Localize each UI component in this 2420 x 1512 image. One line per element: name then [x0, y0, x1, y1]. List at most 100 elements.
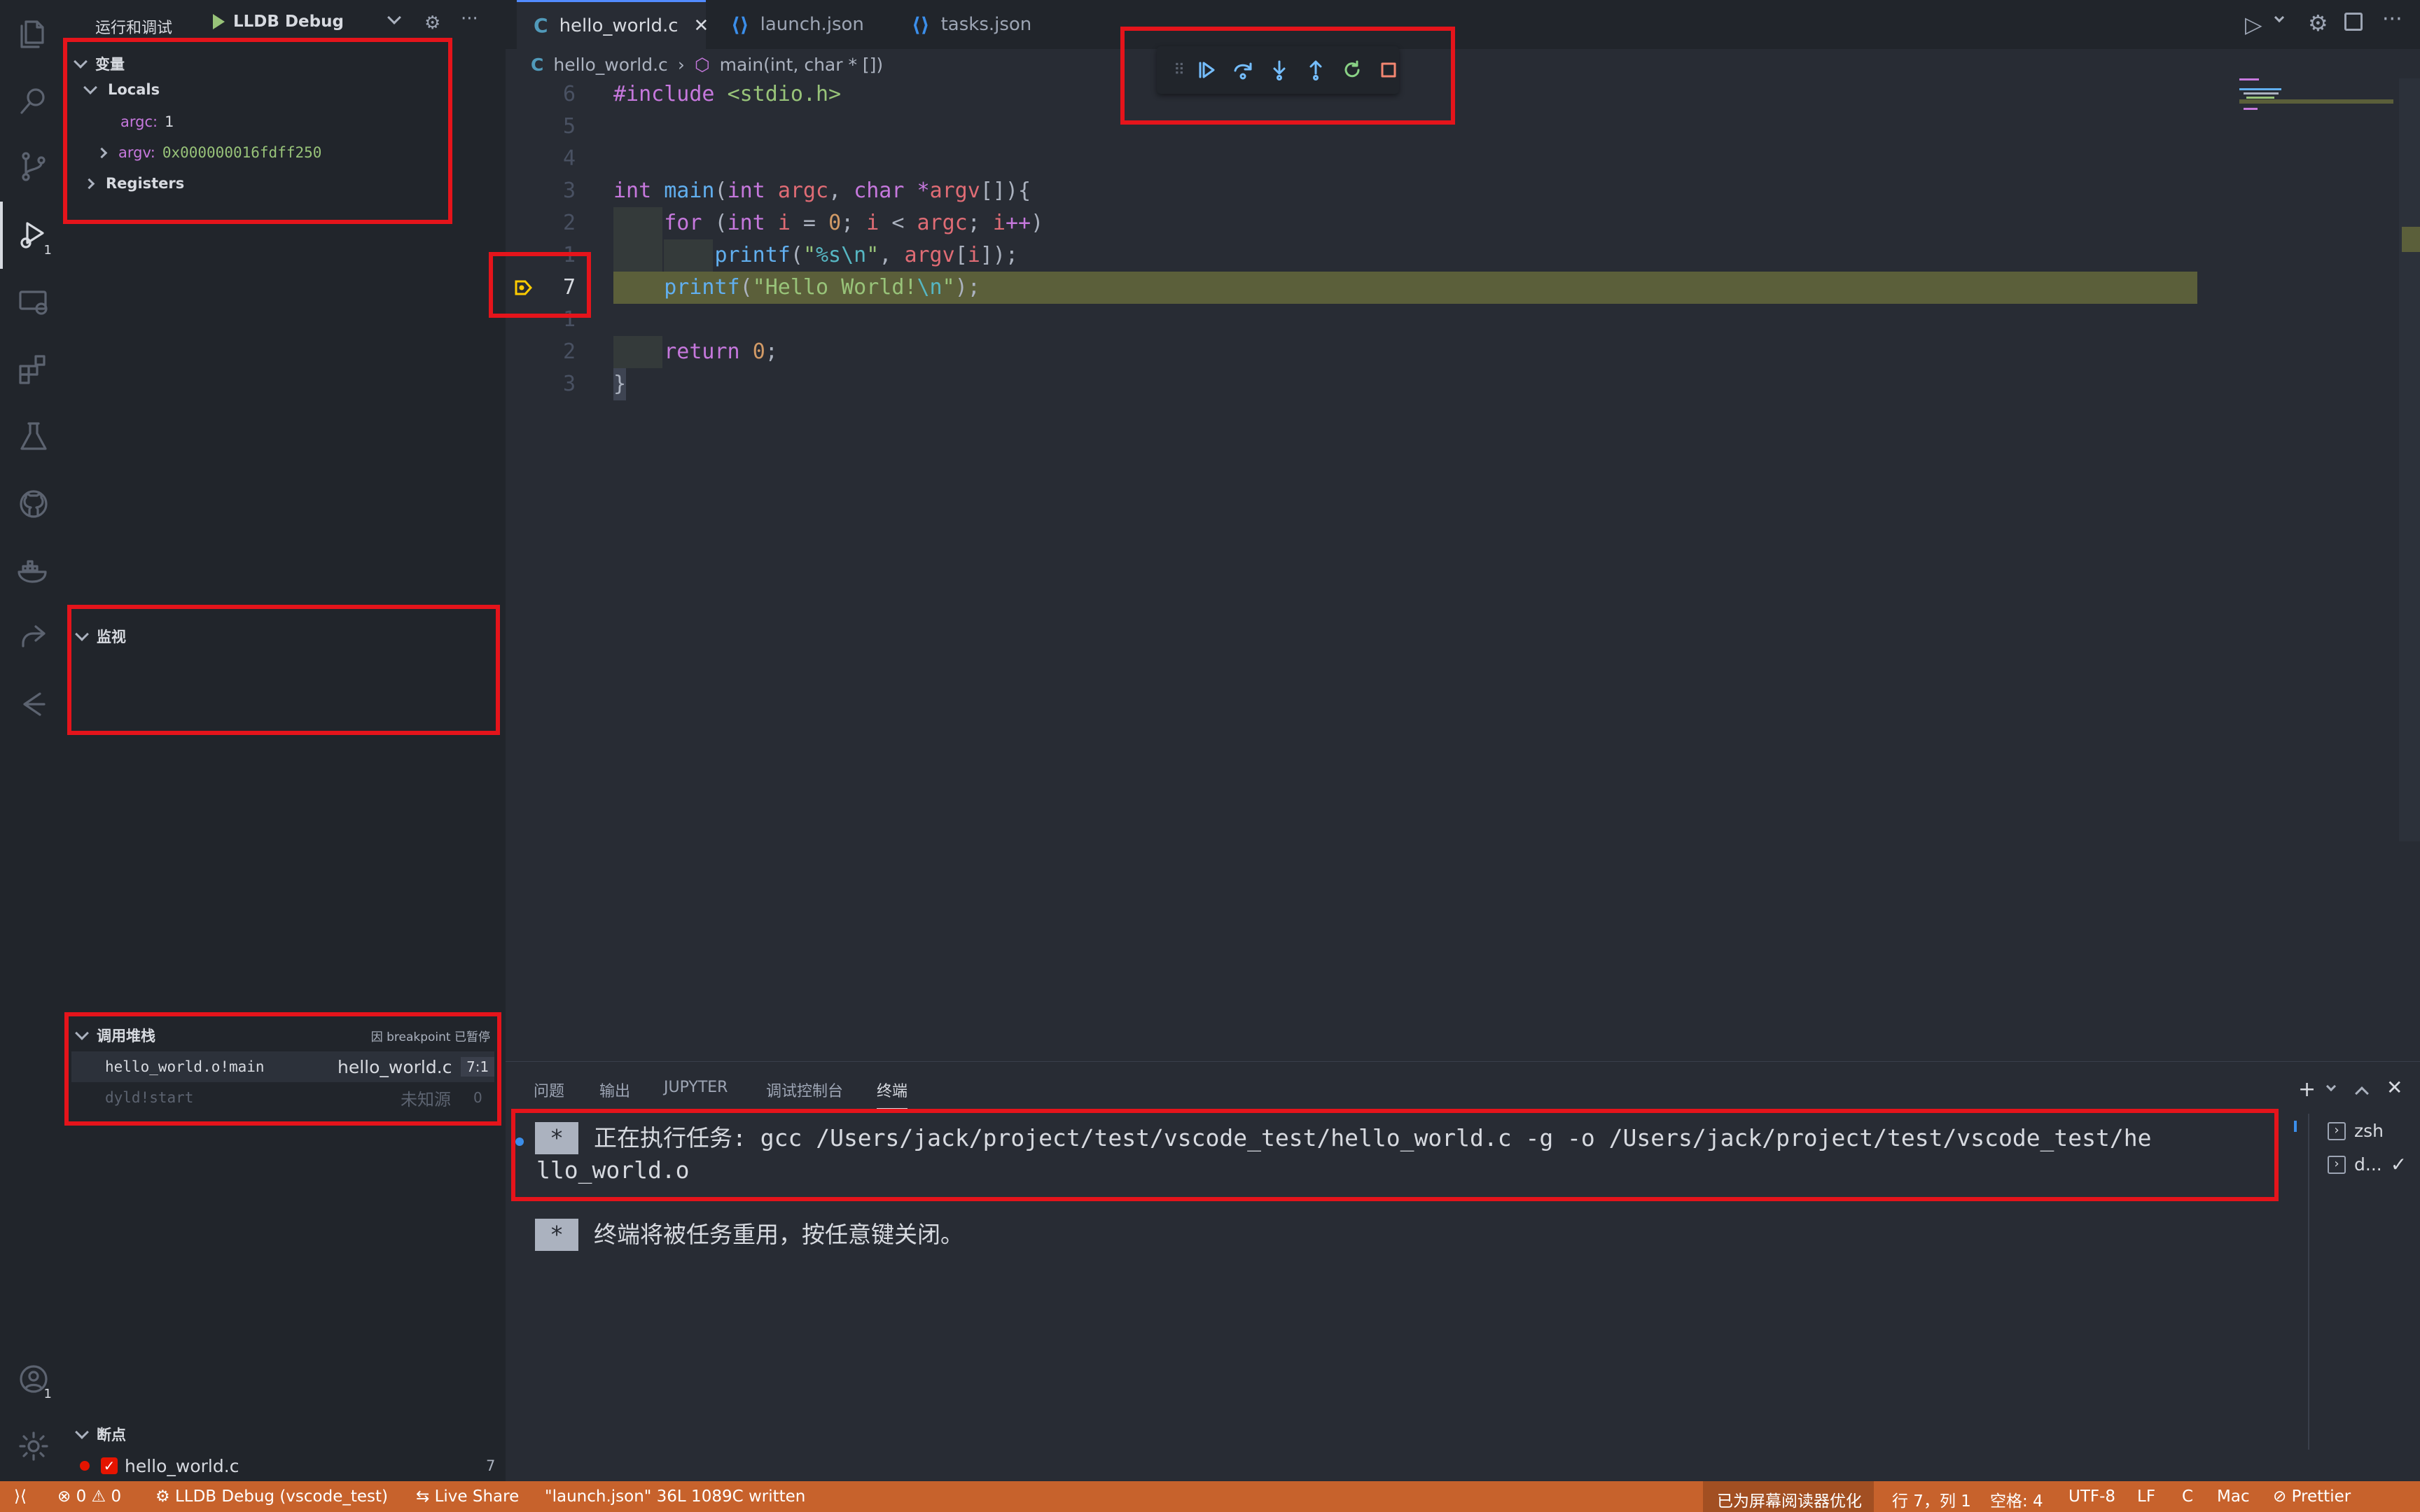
watch-section-header[interactable]: 监视 — [67, 622, 506, 651]
editor-tabs: C hello_world.c ✕ ⟨⟩ launch.json ⟨⟩ task… — [506, 0, 2420, 49]
split-editor-icon[interactable] — [2344, 13, 2363, 31]
step-into-icon[interactable] — [1269, 59, 1290, 80]
minimap[interactable] — [2239, 78, 2393, 148]
language-status[interactable]: C — [2182, 1488, 2193, 1506]
terminal-icon: › — [2328, 1121, 2346, 1140]
stack-frame-row[interactable]: hello_world.o!main hello_world.c 7:1 — [71, 1051, 495, 1082]
editor-scrollbar[interactable] — [2399, 78, 2420, 841]
terminal-label: zsh — [2354, 1121, 2384, 1141]
live-share-icon[interactable] — [0, 603, 67, 671]
chevron-down-icon[interactable] — [2274, 12, 2285, 23]
extensions-icon[interactable] — [0, 336, 67, 403]
variable-value: 0x000000016fdff250 — [162, 144, 322, 161]
line-number: 6 — [562, 82, 576, 106]
debug-sidebar: 运行和调试 LLDB Debug ⚙ ··· 变量 Locals argc: 1… — [67, 0, 506, 1481]
tab-hello-world-c[interactable]: C hello_world.c ✕ — [517, 0, 709, 49]
platform-status[interactable]: Mac — [2217, 1488, 2250, 1506]
github-icon[interactable] — [0, 470, 67, 538]
line-number: 3 — [562, 372, 576, 396]
screen-reader-status[interactable]: 已为屏幕阅读器优化 — [1717, 1488, 1862, 1511]
variable-name: argc: — [120, 113, 158, 130]
paused-breakpoint-icon[interactable] — [514, 278, 534, 298]
start-debug-icon[interactable] — [213, 14, 225, 29]
settings-gear-icon[interactable] — [0, 1413, 67, 1480]
step-out-icon[interactable] — [1305, 59, 1326, 80]
step-over-icon[interactable] — [1232, 59, 1253, 80]
frame-position: 7:1 — [461, 1057, 495, 1077]
stop-icon[interactable] — [1378, 59, 1399, 80]
add-terminal-icon[interactable]: + — [2298, 1077, 2316, 1102]
breakpoint-line: 7 — [486, 1457, 496, 1474]
indentation-status[interactable]: 空格: 4 — [1990, 1488, 2043, 1511]
tab-jupyter[interactable]: JUPYTER — [664, 1079, 728, 1096]
chevron-down-icon[interactable] — [387, 10, 401, 24]
variable-value: 1 — [165, 113, 174, 130]
chevron-down-icon[interactable] — [2325, 1081, 2337, 1092]
breadcrumb-symbol[interactable]: main(int, char * []) — [720, 55, 884, 75]
breakpoint-row[interactable]: ✓ hello_world.c 7 — [80, 1452, 496, 1480]
code-line: 3 } — [506, 368, 2256, 400]
debug-config-select[interactable]: LLDB Debug — [213, 13, 344, 31]
line-number: 1 — [562, 243, 576, 267]
breadcrumb-file[interactable]: hello_world.c — [553, 55, 667, 75]
docker-icon[interactable] — [0, 538, 67, 605]
chevron-down-icon — [74, 55, 88, 69]
close-icon[interactable]: ✕ — [694, 15, 709, 36]
terminal-line: llo_world.o — [536, 1154, 690, 1186]
registers-scope[interactable]: Registers — [83, 175, 185, 192]
chevron-down-icon — [83, 80, 97, 94]
maximize-panel-icon[interactable] — [2355, 1086, 2369, 1100]
tab-problems[interactable]: 问题 — [534, 1079, 564, 1101]
timeline-icon[interactable] — [0, 671, 67, 738]
variable-row[interactable]: argc: 1 — [120, 113, 174, 130]
prettier-status[interactable]: ⊘ Prettier — [2273, 1488, 2351, 1506]
code-text: #include <stdio.h> — [613, 82, 842, 106]
tab-tasks-json[interactable]: ⟨⟩ tasks.json — [895, 0, 1048, 49]
remote-explorer-icon[interactable] — [0, 269, 67, 336]
more-actions-icon[interactable]: ··· — [2382, 7, 2402, 31]
variables-section-header[interactable]: 变量 — [67, 49, 506, 78]
run-debug-split-icon[interactable]: ▷ — [2245, 11, 2262, 38]
checkbox-checked-icon[interactable]: ✓ — [101, 1457, 118, 1474]
tab-terminal[interactable]: 终端 — [877, 1079, 908, 1110]
account-icon[interactable]: 1 — [0, 1345, 67, 1413]
source-control-icon[interactable] — [0, 133, 67, 200]
locals-scope[interactable]: Locals — [83, 80, 160, 98]
tab-debug-console[interactable]: 调试控制台 — [766, 1079, 843, 1101]
code-line: 2 return 0; — [506, 336, 2256, 368]
encoding-status[interactable]: UTF-8 — [2068, 1488, 2115, 1506]
continue-icon[interactable] — [1196, 59, 1217, 80]
gear-icon[interactable]: ⚙ — [424, 13, 440, 34]
tab-output[interactable]: 输出 — [599, 1079, 630, 1101]
eol-status[interactable]: LF — [2137, 1488, 2155, 1506]
chevron-right-icon: › — [677, 54, 685, 75]
registers-label: Registers — [106, 175, 185, 192]
gear-icon[interactable]: ⚙ — [2308, 10, 2328, 36]
debug-config-label: LLDB Debug — [233, 13, 344, 31]
prettier-icon: ⊘ — [2273, 1488, 2292, 1506]
variable-row[interactable]: argv: 0x000000016fdff250 — [96, 144, 322, 161]
terminal-item[interactable]: › d... ✓ — [2328, 1153, 2407, 1176]
explorer-icon[interactable] — [0, 0, 67, 67]
search-icon[interactable] — [0, 67, 67, 134]
drag-handle-icon[interactable]: ⠿ — [1174, 62, 1185, 79]
close-panel-icon[interactable]: ✕ — [2386, 1076, 2402, 1099]
frame-file: 未知源 — [401, 1089, 451, 1110]
breakpoints-section-header[interactable]: 断点 — [67, 1420, 506, 1449]
testing-icon[interactable] — [0, 403, 67, 470]
more-actions-icon[interactable]: ··· — [461, 8, 478, 29]
code-line: 4 — [506, 143, 2256, 175]
tab-launch-json[interactable]: ⟨⟩ launch.json — [714, 0, 881, 49]
run-debug-icon[interactable]: 1 — [0, 202, 67, 269]
line-number: 5 — [562, 114, 576, 139]
remote-indicator-icon[interactable]: ⟩⟨ — [14, 1488, 27, 1506]
live-share-status[interactable]: ⇆ Live Share — [416, 1488, 519, 1506]
restart-icon[interactable] — [1342, 59, 1363, 80]
stack-frame-row[interactable]: dyld!start 未知源 0 — [71, 1082, 494, 1113]
cursor-position[interactable]: 行 7，列 1 — [1892, 1488, 1971, 1511]
debug-status[interactable]: ⚙ LLDB Debug (vscode_test) — [155, 1488, 388, 1506]
call-stack-section-header[interactable]: 调用堆栈 因 breakpoint 已暂停 — [67, 1021, 506, 1050]
current-code-line: 7 printf("Hello World!\n"); — [506, 272, 2256, 304]
problems-status[interactable]: ⊗ 0 ⚠ 0 — [57, 1488, 121, 1506]
terminal-item[interactable]: › zsh — [2328, 1121, 2384, 1141]
